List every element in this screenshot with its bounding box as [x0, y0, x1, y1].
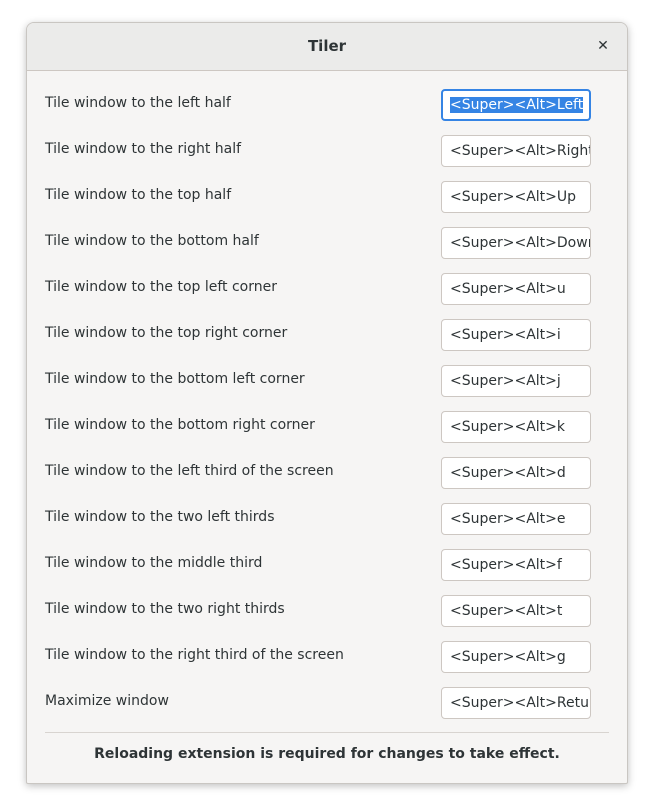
shortcut-row: Tile window to the top left corner <Supe… [45, 273, 609, 319]
shortcut-input[interactable]: <Super><Alt>Right [441, 135, 591, 167]
shortcut-value: <Super><Alt>Left [450, 97, 584, 113]
shortcut-input[interactable]: <Super><Alt>d [441, 457, 591, 489]
shortcut-input[interactable]: <Super><Alt>f [441, 549, 591, 581]
shortcut-list: Tile window to the left half <Super><Alt… [45, 89, 609, 733]
shortcut-row: Tile window to the two left thirds <Supe… [45, 503, 609, 549]
shortcut-input[interactable]: <Super><Alt>i [441, 319, 591, 351]
shortcut-input[interactable]: <Super><Alt>k [441, 411, 591, 443]
shortcut-row: Tile window to the bottom half <Super><A… [45, 227, 609, 273]
preferences-window: Tiler ✕ Tile window to the left half <Su… [26, 22, 628, 784]
shortcut-row: Tile window to the two right thirds <Sup… [45, 595, 609, 641]
shortcut-value: <Super><Alt>f [450, 557, 562, 573]
shortcut-value: <Super><Alt>e [450, 511, 566, 527]
shortcut-label: Tile window to the bottom left corner [45, 371, 305, 387]
shortcut-label: Maximize window [45, 693, 169, 709]
shortcut-input[interactable]: <Super><Alt>j [441, 365, 591, 397]
shortcut-value: <Super><Alt>Return [450, 695, 591, 711]
window-title: Tiler [307, 37, 347, 55]
shortcut-label: Tile window to the middle third [45, 555, 263, 571]
shortcut-row: Tile window to the bottom right corner <… [45, 411, 609, 457]
shortcut-input[interactable]: <Super><Alt>Return [441, 687, 591, 719]
shortcut-label: Tile window to the bottom right corner [45, 417, 315, 433]
shortcut-row: Tile window to the top half <Super><Alt>… [45, 181, 609, 227]
shortcut-label: Tile window to the left half [45, 95, 231, 111]
shortcut-input[interactable]: <Super><Alt>g [441, 641, 591, 673]
shortcut-label: Tile window to the bottom half [45, 233, 259, 249]
shortcut-label: Tile window to the top right corner [45, 325, 288, 341]
shortcut-value: <Super><Alt>d [450, 465, 566, 481]
shortcut-input[interactable]: <Super><Alt>Up [441, 181, 591, 213]
shortcut-value: <Super><Alt>Down [450, 235, 591, 251]
shortcut-label: Tile window to the top left corner [45, 279, 277, 295]
shortcut-value: <Super><Alt>t [450, 603, 563, 619]
shortcut-input[interactable]: <Super><Alt>Down [441, 227, 591, 259]
shortcut-row: Tile window to the right half <Super><Al… [45, 135, 609, 181]
shortcut-value: <Super><Alt>u [450, 281, 566, 297]
close-icon[interactable]: ✕ [593, 36, 613, 56]
shortcut-value: <Super><Alt>Right [450, 143, 591, 159]
shortcut-label: Tile window to the top half [45, 187, 232, 203]
shortcut-value: <Super><Alt>g [450, 649, 566, 665]
shortcut-row: Maximize window <Super><Alt>Return [45, 687, 609, 733]
footer-separator [45, 732, 609, 733]
shortcut-label: Tile window to the right half [45, 141, 242, 157]
shortcut-value: <Super><Alt>j [450, 373, 561, 389]
shortcut-input[interactable]: <Super><Alt>t [441, 595, 591, 627]
shortcut-label: Tile window to the right third of the sc… [45, 647, 344, 663]
shortcut-row: Tile window to the top right corner <Sup… [45, 319, 609, 365]
shortcut-input[interactable]: <Super><Alt>e [441, 503, 591, 535]
shortcut-value: <Super><Alt>i [450, 327, 561, 343]
titlebar[interactable]: Tiler ✕ [27, 23, 627, 71]
shortcut-value: <Super><Alt>k [450, 419, 566, 435]
shortcut-input[interactable]: <Super><Alt>u [441, 273, 591, 305]
shortcut-row: Tile window to the middle third <Super><… [45, 549, 609, 595]
shortcut-row: Tile window to the left third of the scr… [45, 457, 609, 503]
reload-notice: Reloading extension is required for chan… [94, 746, 560, 762]
shortcut-row: Tile window to the bottom left corner <S… [45, 365, 609, 411]
shortcut-input[interactable]: <Super><Alt>Left [441, 89, 591, 121]
shortcut-label: Tile window to the two left thirds [45, 509, 275, 525]
shortcut-value: <Super><Alt>Up [450, 189, 577, 205]
shortcut-label: Tile window to the left third of the scr… [45, 463, 334, 479]
shortcut-row: Tile window to the right third of the sc… [45, 641, 609, 687]
shortcut-label: Tile window to the two right thirds [45, 601, 285, 617]
shortcut-row: Tile window to the left half <Super><Alt… [45, 89, 609, 135]
